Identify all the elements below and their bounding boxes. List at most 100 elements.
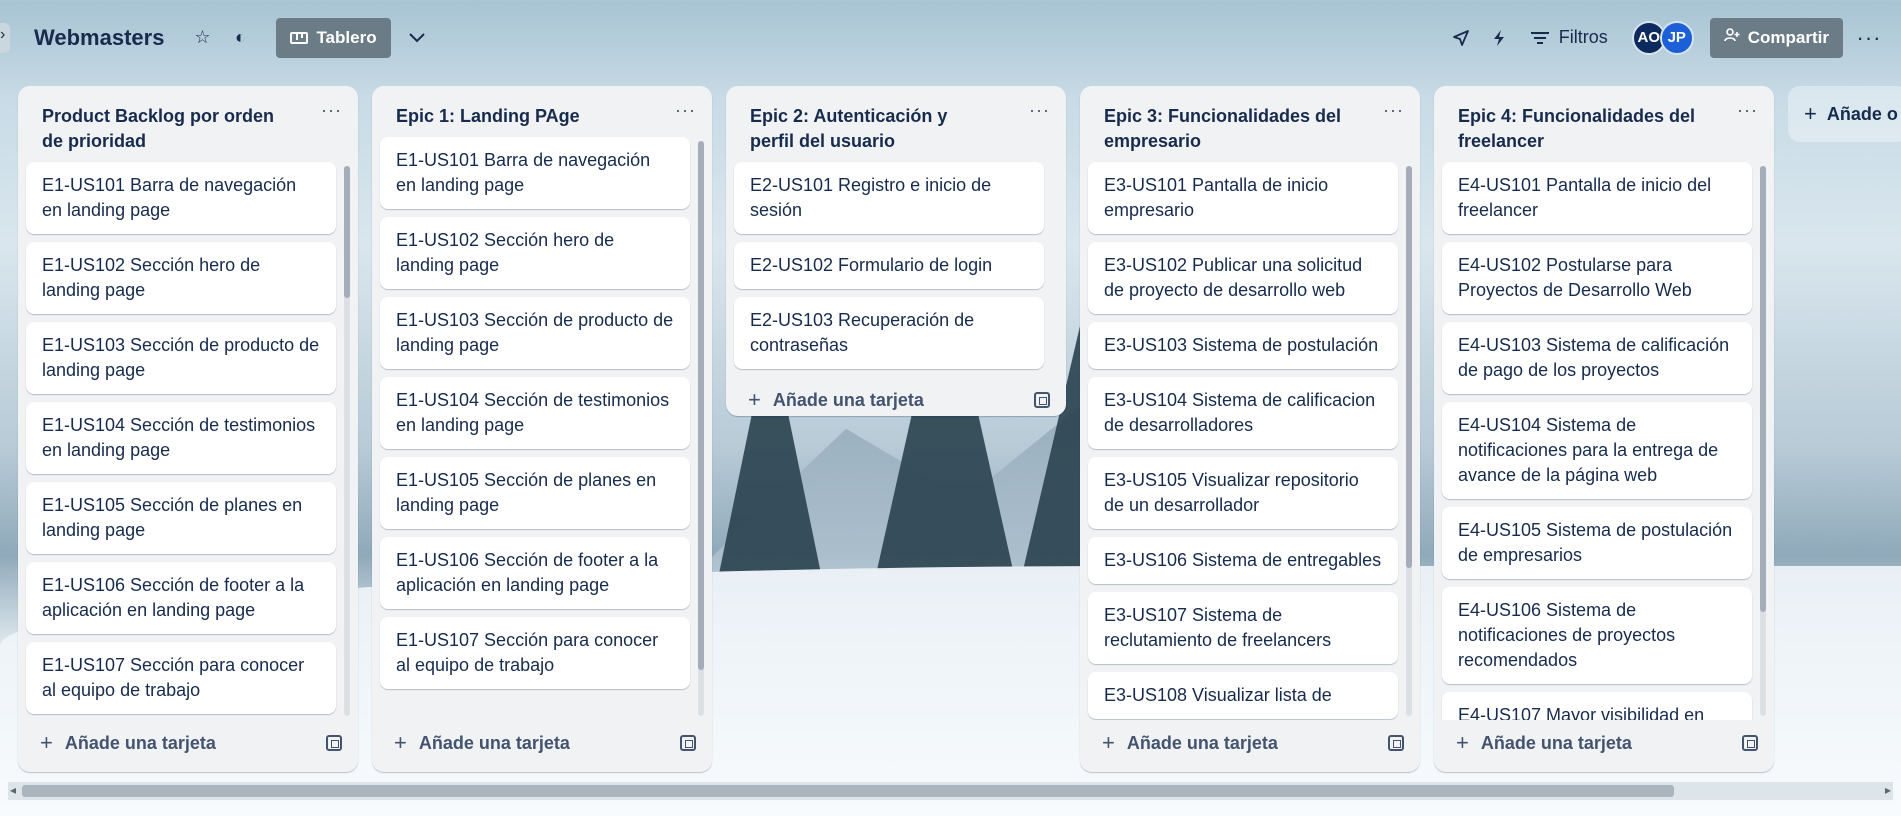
card[interactable]: E2-US103 Recuperación de contraseñas (734, 297, 1044, 369)
list-column[interactable]: Epic 3: Funcionalidades del empresario ··… (1080, 86, 1420, 772)
list-title[interactable]: Epic 4: Funcionalidades del freelancer (1458, 104, 1698, 154)
more-options-icon[interactable]: ··· (1849, 18, 1889, 58)
card[interactable]: E2-US101 Registro e inicio de sesión (734, 162, 1044, 234)
list-header: Product Backlog por orden de prioridad ··… (18, 86, 358, 162)
list-scrollbar-thumb[interactable] (698, 141, 704, 670)
card[interactable]: E4-US101 Pantalla de inicio del freelanc… (1442, 162, 1752, 234)
card-list: E2-US101 Registro e inicio de sesión E2-U… (726, 162, 1066, 377)
card[interactable]: E3-US101 Pantalla de inicio empresario (1088, 162, 1398, 234)
list-title[interactable]: Product Backlog por orden de prioridad (42, 104, 282, 154)
card[interactable]: E1-US102 Sección hero de landing page (380, 217, 690, 289)
add-user-icon (1723, 27, 1740, 48)
card[interactable]: E4-US106 Sistema de notificaciones de pr… (1442, 587, 1752, 684)
card-list: E1-US101 Barra de navegación en landing … (372, 137, 712, 720)
automation-bolt-icon[interactable] (1483, 22, 1515, 54)
add-card-button[interactable]: + Añade una tarjeta (1102, 730, 1278, 756)
card[interactable]: E1-US105 Sección de planes en landing pa… (380, 457, 690, 529)
list-header: Epic 1: Landing PAge ··· (372, 86, 712, 137)
list-footer: + Añade una tarjeta (1434, 720, 1774, 772)
board-title[interactable]: Webmasters (34, 25, 164, 51)
card[interactable]: E3-US106 Sistema de entregables (1088, 537, 1398, 584)
card[interactable]: E3-US107 Sistema de reclutamiento de fre… (1088, 592, 1398, 664)
scroll-left-arrow-icon[interactable]: ◂ (10, 783, 16, 797)
card-template-icon[interactable] (326, 735, 342, 751)
card[interactable]: E3-US102 Publicar una solicitud de proye… (1088, 242, 1398, 314)
list-menu-icon[interactable]: ··· (321, 100, 342, 121)
card[interactable]: E1-US104 Sección de testimonios en landi… (380, 377, 690, 449)
list-scrollbar[interactable] (1406, 166, 1412, 716)
list-title[interactable]: Epic 1: Landing PAge (396, 104, 636, 129)
card[interactable]: E3-US104 Sistema de calificacion de desa… (1088, 377, 1398, 449)
card[interactable]: E1-US103 Sección de producto de landing … (26, 322, 336, 394)
list-scrollbar[interactable] (344, 166, 350, 716)
view-switcher-button[interactable]: Tablero (276, 17, 391, 58)
card[interactable]: E4-US103 Sistema de calificación de pago… (1442, 322, 1752, 394)
list-column[interactable]: Epic 1: Landing PAge ··· E1-US101 Barra de… (372, 86, 712, 772)
scroll-right-arrow-icon[interactable]: ▸ (1885, 783, 1891, 797)
card[interactable]: E1-US106 Sección de footer a la aplicaci… (380, 537, 690, 609)
add-list-label: Añade o (1826, 103, 1898, 124)
list-scrollbar-thumb[interactable] (1406, 166, 1412, 568)
rocket-icon[interactable] (1445, 22, 1477, 54)
card[interactable]: E4-US107 Mayor visibilidad en (1442, 692, 1752, 720)
list-scrollbar-thumb[interactable] (1760, 166, 1766, 612)
filters-button[interactable]: Filtros (1530, 27, 1608, 48)
filters-label: Filtros (1558, 27, 1608, 47)
add-card-button[interactable]: + Añade una tarjeta (40, 730, 216, 756)
view-label: Tablero (316, 27, 377, 47)
list-menu-icon[interactable]: ··· (675, 100, 696, 121)
card-template-icon[interactable] (680, 735, 696, 751)
list-scrollbar[interactable] (1760, 166, 1766, 716)
sidebar-expand-handle[interactable] (0, 22, 10, 53)
card-template-icon[interactable] (1034, 392, 1050, 408)
list-column[interactable]: Epic 4: Funcionalidades del freelancer ··… (1434, 86, 1774, 772)
list-column[interactable]: Product Backlog por orden de prioridad ··… (18, 86, 358, 772)
member-avatar[interactable]: JP (1659, 20, 1694, 55)
list-footer: + Añade una tarjeta (18, 720, 358, 772)
add-card-label: Añade una tarjeta (418, 732, 570, 753)
card[interactable]: E1-US101 Barra de navegación en landing … (26, 162, 336, 234)
card[interactable]: E1-US105 Sección de planes en landing pa… (26, 482, 336, 554)
card-template-icon[interactable] (1742, 735, 1758, 751)
list-header: Epic 2: Autenticación y perfil del usuar… (726, 86, 1066, 162)
list-menu-icon[interactable]: ··· (1029, 100, 1050, 121)
add-card-button[interactable]: + Añade una tarjeta (394, 730, 570, 756)
card[interactable]: E1-US102 Sección hero de landing page (26, 242, 336, 314)
card-list: E4-US101 Pantalla de inicio del freelanc… (1434, 162, 1774, 720)
card[interactable]: E4-US105 Sistema de postulación de empre… (1442, 507, 1752, 579)
scrollbar-thumb[interactable] (22, 785, 1674, 797)
chevron-down-icon[interactable] (397, 18, 437, 58)
card[interactable]: E2-US102 Formulario de login (734, 242, 1044, 289)
card[interactable]: E1-US107 Sección para conocer al equipo … (26, 642, 336, 714)
list-menu-icon[interactable]: ··· (1383, 100, 1404, 121)
board-header: Webmasters ☆ ◐ Tablero Filtros AO JP Com… (0, 0, 1901, 75)
card[interactable]: E3-US108 Visualizar lista de (1088, 672, 1398, 719)
horizontal-scrollbar[interactable]: ◂ ▸ (8, 782, 1893, 800)
card-list: E3-US101 Pantalla de inicio empresario E3… (1080, 162, 1420, 720)
list-column[interactable]: Epic 2: Autenticación y perfil del usuar… (726, 86, 1066, 416)
share-button[interactable]: Compartir (1709, 17, 1843, 58)
list-scrollbar[interactable] (698, 141, 704, 716)
card[interactable]: E1-US106 Sección de footer a la aplicaci… (26, 562, 336, 634)
card-template-icon[interactable] (1388, 735, 1404, 751)
add-list-button[interactable]: + Añade o (1788, 86, 1901, 142)
card[interactable]: E1-US103 Sección de producto de landing … (380, 297, 690, 369)
star-icon[interactable]: ☆ (186, 22, 218, 54)
card[interactable]: E3-US103 Sistema de postulación (1088, 322, 1398, 369)
card[interactable]: E4-US102 Postularse para Proyectos de De… (1442, 242, 1752, 314)
card[interactable]: E1-US101 Barra de navegación en landing … (380, 137, 690, 209)
list-scrollbar-thumb[interactable] (344, 166, 350, 298)
add-card-label: Añade una tarjeta (772, 389, 924, 410)
list-title[interactable]: Epic 3: Funcionalidades del empresario (1104, 104, 1344, 154)
card[interactable]: E4-US104 Sistema de notificaciones para … (1442, 402, 1752, 499)
card[interactable]: E1-US104 Sección de testimonios en landi… (26, 402, 336, 474)
add-card-button[interactable]: + Añade una tarjeta (748, 387, 924, 413)
card[interactable]: E3-US105 Visualizar repositorio de un de… (1088, 457, 1398, 529)
add-card-label: Añade una tarjeta (1126, 732, 1278, 753)
plus-icon: + (1456, 730, 1469, 755)
add-card-button[interactable]: + Añade una tarjeta (1456, 730, 1632, 756)
list-menu-icon[interactable]: ··· (1737, 100, 1758, 121)
card[interactable]: E1-US107 Sección para conocer al equipo … (380, 617, 690, 689)
visibility-globe-icon[interactable]: ◐ (224, 22, 256, 54)
list-title[interactable]: Epic 2: Autenticación y perfil del usuar… (750, 104, 990, 154)
